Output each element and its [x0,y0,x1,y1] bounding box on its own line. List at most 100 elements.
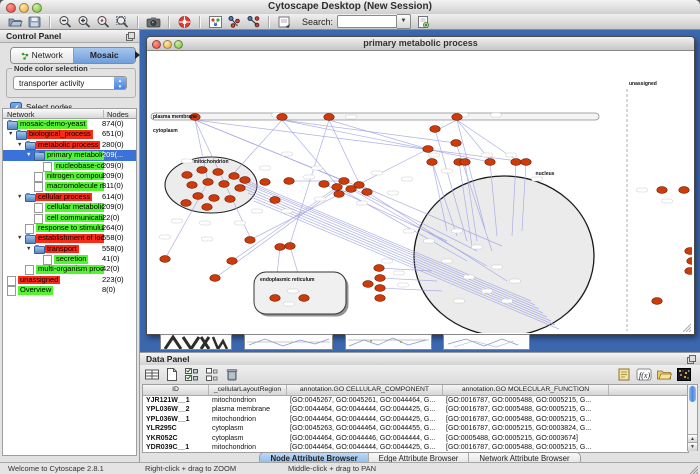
network-node[interactable] [452,114,462,121]
network-node[interactable] [687,258,692,265]
search-dropdown-button[interactable]: ▼ [397,14,411,29]
table-column-header[interactable]: ID [143,385,209,395]
open-network-icon[interactable] [8,15,23,29]
network-node[interactable] [260,179,270,186]
network-canvas[interactable]: plasma membranecytoplasmmitochondrionnuc… [147,51,692,333]
network-node[interactable] [334,191,344,198]
search-go-icon[interactable] [416,15,431,29]
network-node[interactable] [284,178,294,185]
network-node[interactable] [679,187,689,194]
network-node[interactable] [203,179,213,186]
table-row[interactable]: YPL036W__1mitochondrion[GO:0044464, GO:0… [143,415,688,425]
snapshot-icon[interactable] [146,15,161,29]
tree-row[interactable]: unassigned223(0) [3,275,136,285]
tree-row[interactable]: ▼biological_process651(0) [3,129,136,139]
network-node[interactable] [427,159,437,166]
table-column-header[interactable]: annotation.GO CELLULAR_COMPONENT [287,385,443,395]
network-node[interactable] [362,189,372,196]
network-node[interactable] [245,237,255,244]
tree-row[interactable]: macromolecule met311(0) [3,181,136,191]
background-window-fragment[interactable] [160,334,232,350]
tree-row[interactable]: ▼cellular process614(0) [3,192,136,202]
attribute-matrix-icon[interactable] [676,367,692,382]
network-node[interactable] [209,195,219,202]
network-node[interactable] [219,181,229,188]
align-nodes-icon[interactable] [246,15,261,29]
network-node[interactable] [181,200,191,207]
network-node[interactable] [354,182,364,189]
table-row[interactable]: YPL036W__2plasma membrane[GO:0044464, GO… [143,405,688,415]
save-session-icon[interactable] [27,15,42,29]
table-row[interactable]: YJR121W__1mitochondrion[GO:0045267, GO:0… [143,396,688,406]
tree-row[interactable]: response to stimulus264(0) [3,223,136,233]
zoom-fit-icon[interactable] [115,15,130,29]
disclosure-triangle-icon[interactable]: ▼ [17,140,22,150]
network-node[interactable] [430,126,440,133]
color-attribute-dropdown[interactable]: transporter activity ▲▼ [13,76,127,90]
network-node[interactable] [423,146,433,153]
network-node[interactable] [277,114,287,121]
network-node[interactable] [375,275,385,282]
network-node[interactable] [197,167,207,174]
network-node[interactable] [210,275,220,282]
tree-row[interactable]: ▼establishment of loc558(0) [3,233,136,243]
background-window-fragment[interactable] [345,334,432,350]
table-column-header[interactable]: _cellularLayoutRegion [209,385,287,395]
tree-row[interactable]: cellular metabolic209(0) [3,202,136,212]
layout-nodes-icon[interactable] [227,15,242,29]
network-node[interactable] [319,181,329,188]
network-node[interactable] [160,256,170,263]
disclosure-triangle-icon[interactable]: ▼ [8,129,13,139]
tree-col-network[interactable]: Network [7,110,35,119]
table-scrollbar[interactable]: ▲ ▼ [687,384,698,451]
network-node[interactable] [193,193,203,200]
network-node[interactable] [363,281,373,288]
delete-attribute-icon[interactable] [224,367,240,382]
unselect-attributes-icon[interactable] [204,367,220,382]
new-attribute-icon[interactable] [164,367,180,382]
scrollbar-thumb[interactable] [689,386,696,402]
network-node[interactable] [202,204,212,211]
select-attributes-icon[interactable] [184,367,200,382]
network-node[interactable] [227,258,237,265]
network-node[interactable] [339,178,349,185]
network-node[interactable] [485,159,495,166]
tree-row[interactable]: mosaic-demo-yeast874(0) [3,119,136,129]
tree-row[interactable]: Overview8(0) [3,285,136,295]
network-node[interactable] [324,114,334,121]
network-node[interactable] [511,159,521,166]
disclosure-triangle-icon[interactable]: ▼ [26,150,31,160]
network-node[interactable] [652,298,662,305]
network-node[interactable] [213,169,223,176]
network-node[interactable] [451,140,461,147]
table-column-header[interactable]: annotation.GO MOLECULAR_FUNCTION [443,385,609,395]
annotation-icon[interactable] [277,15,292,29]
network-node[interactable] [285,243,295,250]
tree-row[interactable]: nucleobase-contain209(0) [3,161,136,171]
zoom-out-icon[interactable] [58,15,73,29]
function-builder-icon[interactable]: f(x) [636,367,652,382]
network-node[interactable] [225,196,235,203]
network-node[interactable] [229,173,239,180]
float-panel-icon[interactable] [126,32,135,41]
table-row[interactable]: YKR052Ccytoplasm[GO:0044464, GO:0044446,… [143,434,688,444]
network-node[interactable] [270,295,280,302]
tree-row[interactable]: multi-organism proc42(0) [3,264,136,274]
tree-row[interactable]: ▼transport558(0) [3,244,136,254]
app-resize-grip[interactable] [689,465,698,474]
network-node[interactable] [235,185,245,192]
search-input[interactable] [337,15,397,28]
notes-icon[interactable] [616,367,632,382]
table-row[interactable]: YLR295Ccytoplasm[GO:0045263, GO:0044464,… [143,424,688,434]
network-node[interactable] [375,295,385,302]
background-window-fragment[interactable] [244,334,333,350]
attribute-select-icon[interactable] [144,367,160,382]
network-node[interactable] [275,244,285,251]
network-node[interactable] [375,285,385,292]
tab-mosaic[interactable]: Mosaic [73,48,136,63]
network-node[interactable] [685,268,692,275]
network-node[interactable] [657,187,667,194]
tree-row[interactable]: ▼metabolic process280(0) [3,140,136,150]
tree-row[interactable]: ▼primary metabolic p209(... [3,150,136,160]
network-window-titlebar[interactable]: primary metabolic process [147,37,694,51]
